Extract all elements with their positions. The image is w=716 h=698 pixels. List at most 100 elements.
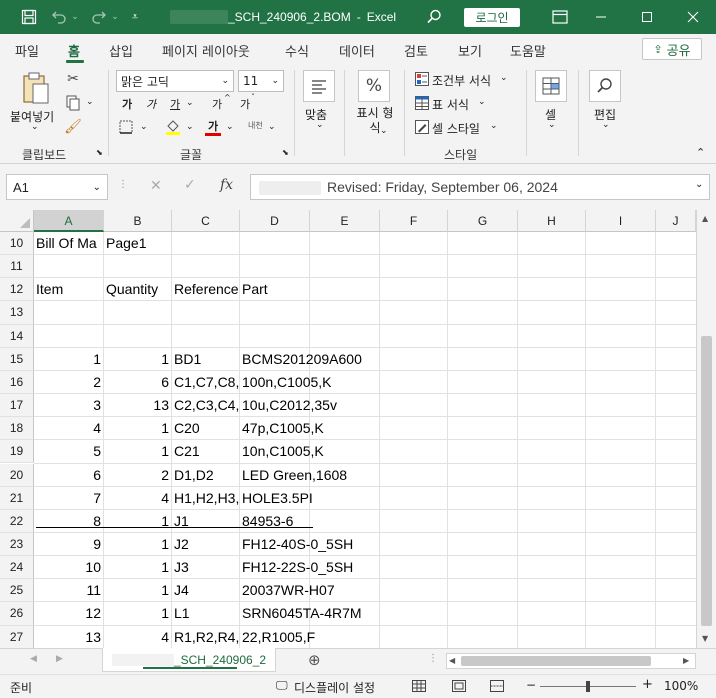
cell-b[interactable]: 13	[106, 394, 172, 417]
cell-d[interactable]: FH12-22S-0_5SH	[242, 556, 400, 579]
tab-help[interactable]: 도움말	[510, 41, 546, 60]
name-box[interactable]: A1 ⌄	[6, 174, 108, 200]
cell-a[interactable]: Item	[36, 278, 104, 301]
cancel-icon[interactable]: ✕	[150, 178, 162, 194]
cell-b[interactable]: 4	[106, 626, 172, 648]
select-all-corner[interactable]	[0, 210, 34, 232]
row-header[interactable]: 14	[0, 324, 34, 348]
number-format-label[interactable]: 표시 형식	[353, 106, 397, 136]
scroll-right-icon[interactable]: ▶	[683, 656, 689, 665]
column-header-d[interactable]: D	[240, 210, 310, 232]
border-icon[interactable]	[118, 120, 134, 134]
row-header[interactable]: 13	[0, 301, 34, 325]
tab-split-handle-icon[interactable]: ⋮	[428, 653, 438, 664]
cell-b[interactable]: 1	[106, 510, 172, 533]
column-header-a[interactable]: A	[34, 210, 104, 232]
format-painter-icon[interactable]: 🖌	[62, 118, 84, 136]
cell-d[interactable]: 47p,C1005,K	[242, 417, 400, 440]
cell-a[interactable]: 3	[36, 394, 104, 417]
zoom-out-button[interactable]: −	[526, 678, 536, 692]
font-size-select[interactable]: 11 ⌄	[238, 70, 284, 92]
cell-c[interactable]: L1	[174, 602, 240, 625]
decrease-font-button[interactable]: 가	[240, 96, 250, 112]
cell-a[interactable]: 13	[36, 626, 104, 648]
close-icon[interactable]	[678, 7, 708, 27]
tab-view[interactable]: 보기	[458, 41, 482, 60]
cell-a[interactable]: 7	[36, 487, 104, 510]
column-header-c[interactable]: C	[172, 210, 240, 232]
scroll-down-icon[interactable]: ▼	[702, 634, 708, 643]
italic-button[interactable]: 가	[146, 96, 156, 112]
cell-d[interactable]: 10n,C1005,K	[242, 440, 400, 463]
table-format-dropdown-icon[interactable]: ⌄	[478, 97, 486, 107]
cell-a[interactable]: 8	[36, 510, 104, 533]
underline-dropdown-icon[interactable]: ⌄	[186, 98, 194, 108]
enter-icon[interactable]: ✓	[184, 177, 196, 193]
cell-d[interactable]: Part	[242, 278, 400, 301]
font-launcher-icon[interactable]: ⬊	[282, 148, 289, 157]
edit-search-icon[interactable]	[589, 70, 621, 102]
row-header[interactable]: 12	[0, 278, 34, 302]
zoom-in-button[interactable]: +	[642, 677, 653, 692]
tab-review[interactable]: 검토	[404, 41, 428, 60]
row-header[interactable]: 15	[0, 347, 34, 371]
cell-b[interactable]: 1	[106, 440, 172, 463]
row-header[interactable]: 17	[0, 394, 34, 418]
cell-d[interactable]	[242, 301, 400, 324]
prev-sheet-icon[interactable]: ◀	[30, 654, 37, 664]
cell-a[interactable]: 4	[36, 417, 104, 440]
increase-font-button[interactable]: 가	[212, 96, 222, 112]
display-settings-icon[interactable]: 🖵	[276, 678, 288, 693]
fill-color-icon[interactable]	[164, 118, 182, 136]
cell-c[interactable]: C1,C7,C8,C	[174, 371, 240, 394]
redo-dropdown-icon[interactable]: ⌄	[110, 7, 120, 27]
paste-dropdown-icon[interactable]: ⌄	[31, 122, 39, 132]
cell-d[interactable]: 20037WR-H07	[242, 579, 400, 602]
cell-c[interactable]: C20	[174, 417, 240, 440]
cell-a[interactable]: 11	[36, 579, 104, 602]
cell-c[interactable]: BD1	[174, 348, 240, 371]
phonetic-dropdown-icon[interactable]: ⌄	[268, 122, 276, 132]
maximize-icon[interactable]	[632, 7, 662, 27]
share-button[interactable]: ⇪ 공유	[642, 38, 702, 60]
cell-style-dropdown-icon[interactable]: ⌄	[490, 121, 498, 131]
cell-b[interactable]: Quantity	[106, 278, 172, 301]
tab-data[interactable]: 데이터	[339, 41, 375, 60]
row-header[interactable]: 25	[0, 579, 34, 603]
cell-a[interactable]: 2	[36, 371, 104, 394]
font-name-select[interactable]: 맑은 고딕 ⌄	[116, 70, 234, 92]
cell-d[interactable]	[242, 232, 400, 255]
sheet-tab-active[interactable]: _SCH_240906_2	[102, 648, 276, 672]
page-break-view-icon[interactable]	[490, 680, 504, 692]
tab-home[interactable]: 홈	[68, 41, 80, 60]
cell-d[interactable]: BCMS201209A600	[242, 348, 400, 371]
cell-d[interactable]	[242, 325, 400, 348]
zoom-slider-thumb[interactable]	[586, 681, 590, 692]
cells-icon[interactable]	[535, 70, 567, 102]
cell-a[interactable]: 10	[36, 556, 104, 579]
cell-b[interactable]: 1	[106, 579, 172, 602]
cell-b[interactable]	[106, 325, 172, 348]
bold-button[interactable]: 가	[122, 96, 132, 112]
login-button[interactable]: 로그인	[464, 8, 520, 27]
worksheet-grid[interactable]: ABCDEFGHIJ 10 Bill Of Ma Page1 11 12 Item Quan…	[0, 210, 716, 648]
cell-d[interactable]: SRN6045TA-4R7M	[242, 602, 400, 625]
cell-b[interactable]: 1	[106, 417, 172, 440]
cell-b[interactable]: 4	[106, 487, 172, 510]
cut-icon[interactable]: ✂	[64, 70, 82, 88]
cell-c[interactable]: J4	[174, 579, 240, 602]
row-header[interactable]: 26	[0, 602, 34, 626]
scroll-left-icon[interactable]: ◀	[449, 656, 455, 665]
cell-b[interactable]: 2	[106, 464, 172, 487]
fill-color-dropdown-icon[interactable]: ⌄	[186, 122, 194, 132]
cell-c[interactable]: D1,D2	[174, 464, 240, 487]
align-dropdown-icon[interactable]: ⌄	[316, 120, 324, 130]
column-header-j[interactable]: J	[656, 210, 696, 232]
normal-view-icon[interactable]	[412, 680, 426, 692]
cell-d[interactable]: FH12-40S-0_5SH	[242, 533, 400, 556]
row-header[interactable]: 19	[0, 440, 34, 464]
cell-c[interactable]: R1,R2,R4,F	[174, 626, 240, 648]
column-header-g[interactable]: G	[448, 210, 518, 232]
search-icon[interactable]	[422, 6, 446, 28]
row-header[interactable]: 24	[0, 556, 34, 580]
